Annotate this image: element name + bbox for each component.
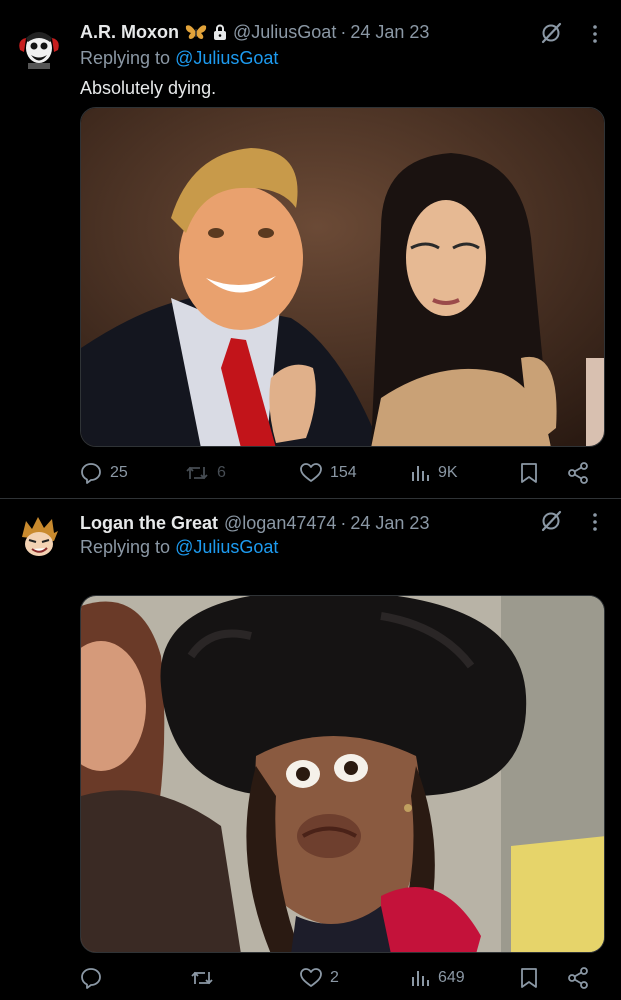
tweet-2[interactable]: Logan the Great @logan47474 · 24 Jan 23 … [0, 499, 621, 1000]
bookmark-button[interactable] [520, 459, 538, 487]
share-button[interactable] [567, 964, 589, 992]
share-button[interactable] [567, 459, 589, 487]
tweet-image[interactable] [80, 107, 605, 447]
butterfly-icon [185, 23, 207, 41]
views-button[interactable]: 9K [410, 459, 458, 487]
bookmark-icon [520, 967, 538, 989]
views-icon [410, 968, 430, 988]
reply-button[interactable] [80, 964, 110, 992]
bookmark-button[interactable] [520, 964, 538, 992]
reply-icon [80, 462, 102, 484]
tweet-text: Absolutely dying. [80, 78, 217, 98]
like-count: 154 [330, 464, 357, 481]
separator-dot: · [340, 512, 347, 533]
more-icon[interactable] [585, 22, 605, 46]
avatar[interactable] [14, 513, 64, 563]
separator-dot: · [340, 21, 347, 42]
replying-to-link[interactable]: @JuliusGoat [175, 48, 278, 68]
grok-icon[interactable] [539, 21, 563, 45]
like-button[interactable]: 2 [300, 964, 339, 992]
retweet-button[interactable] [190, 964, 222, 992]
like-icon [300, 968, 322, 988]
author-handle[interactable]: @logan47474 [224, 513, 336, 534]
reply-count: 25 [110, 464, 128, 481]
tweet-header: Logan the Great @logan47474 · 24 Jan 23 [80, 510, 561, 536]
lock-icon [213, 24, 227, 40]
tweet-image[interactable] [80, 595, 605, 953]
replying-to-link[interactable]: @JuliusGoat [175, 537, 278, 557]
tweet-date[interactable]: 24 Jan 23 [350, 22, 429, 43]
grok-icon[interactable] [539, 509, 563, 533]
retweet-button[interactable]: 6 [185, 459, 226, 487]
like-count: 2 [330, 969, 339, 986]
tweet-header: A.R. Moxon @JuliusGoat · 24 Jan 23 [80, 19, 561, 45]
like-button[interactable]: 154 [300, 459, 357, 487]
share-icon [567, 967, 589, 989]
retweet-icon [185, 463, 209, 483]
tweet-1[interactable]: A.R. Moxon @JuliusGoat · 24 Jan 23 Reply… [0, 0, 621, 498]
author-handle[interactable]: @JuliusGoat [233, 22, 336, 43]
retweet-count: 6 [217, 464, 226, 481]
bookmark-icon [520, 462, 538, 484]
tweet-actions: 25 6 154 9K [80, 459, 605, 487]
views-count: 9K [438, 464, 458, 481]
tweet-date[interactable]: 24 Jan 23 [350, 513, 429, 534]
like-icon [300, 463, 322, 483]
reply-icon [80, 967, 102, 989]
avatar[interactable] [14, 22, 64, 72]
replying-prefix: Replying to [80, 48, 171, 68]
replying-to: Replying to @JuliusGoat [80, 48, 278, 69]
reply-button[interactable]: 25 [80, 459, 128, 487]
views-icon [410, 463, 430, 483]
author-name[interactable]: A.R. Moxon [80, 22, 179, 43]
views-count: 649 [438, 969, 465, 986]
share-icon [567, 462, 589, 484]
more-icon[interactable] [585, 510, 605, 534]
retweet-icon [190, 968, 214, 988]
views-button[interactable]: 649 [410, 964, 465, 992]
replying-to: Replying to @JuliusGoat [80, 537, 278, 558]
author-name[interactable]: Logan the Great [80, 513, 218, 534]
replying-prefix: Replying to [80, 537, 171, 557]
tweet-actions: 2 649 [80, 964, 605, 992]
